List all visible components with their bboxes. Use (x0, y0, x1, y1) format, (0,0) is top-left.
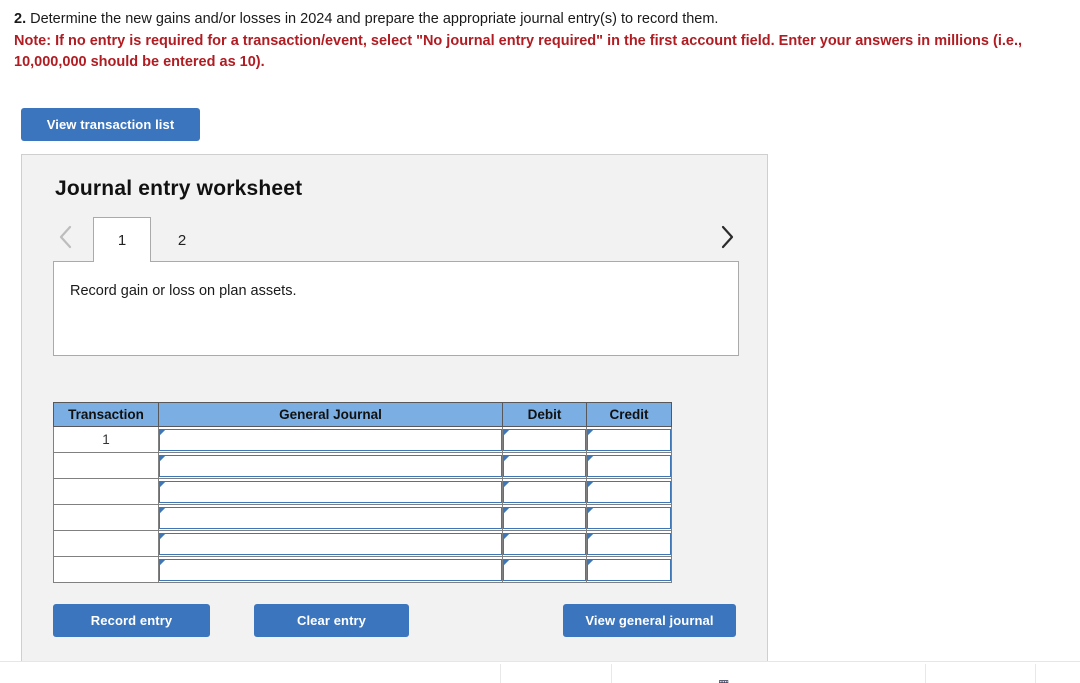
table-row (53, 556, 672, 583)
page-root: 2. Determine the new gains and/or losses… (0, 0, 1080, 683)
credit-cell[interactable] (586, 426, 672, 453)
journal-entry-table: Transaction General Journal Debit Credit… (53, 402, 672, 583)
credit-cell[interactable] (586, 556, 672, 583)
credit-input-field[interactable] (587, 480, 671, 503)
transaction-number-cell (53, 478, 159, 505)
record-entry-button[interactable]: Record entry (53, 604, 210, 637)
question-text: Determine the new gains and/or losses in… (26, 11, 719, 27)
credit-input-field[interactable] (587, 558, 671, 581)
transaction-number-cell (53, 504, 159, 531)
entry-description-text: Record gain or loss on plan assets. (70, 283, 297, 299)
debit-input-field[interactable] (503, 454, 586, 477)
table-row (53, 452, 672, 479)
tab-2[interactable]: 2 (153, 217, 211, 262)
footer-bar: ▦ (0, 661, 1080, 683)
footer-divider (611, 664, 612, 683)
chevron-left-icon[interactable] (53, 223, 79, 251)
account-select-field[interactable] (159, 454, 502, 477)
column-header-transaction: Transaction (53, 402, 159, 427)
credit-cell[interactable] (586, 530, 672, 557)
question-number: 2. (14, 11, 27, 27)
chevron-right-icon[interactable] (713, 223, 739, 251)
credit-input-field[interactable] (587, 454, 671, 477)
tab-1[interactable]: 1 (93, 217, 151, 262)
transaction-number-cell: 1 (53, 426, 159, 453)
table-row: 1 (53, 426, 672, 453)
credit-cell[interactable] (586, 504, 672, 531)
table-row (53, 530, 672, 557)
column-header-credit: Credit (586, 402, 672, 427)
view-transaction-list-button[interactable]: View transaction list (21, 108, 200, 141)
table-row (53, 478, 672, 505)
transaction-number-cell (53, 530, 159, 557)
debit-cell[interactable] (502, 426, 587, 453)
footer-partial-glyph: ▦ (718, 678, 729, 683)
footer-divider (925, 664, 926, 683)
view-general-journal-button[interactable]: View general journal (563, 604, 736, 637)
credit-cell[interactable] (586, 478, 672, 505)
debit-input-field[interactable] (503, 480, 586, 503)
general-journal-cell[interactable] (158, 530, 503, 557)
credit-input-field[interactable] (587, 506, 671, 529)
tab-1-label: 1 (117, 231, 127, 249)
debit-input-field[interactable] (503, 532, 586, 555)
footer-divider (1035, 664, 1036, 683)
question-note: Note: If no entry is required for a tran… (14, 33, 1023, 70)
debit-cell[interactable] (502, 530, 587, 557)
debit-cell[interactable] (502, 504, 587, 531)
credit-input-field[interactable] (587, 428, 671, 451)
debit-input-field[interactable] (503, 558, 586, 581)
debit-input-field[interactable] (503, 428, 586, 451)
transaction-number-cell (53, 556, 159, 583)
question-block: 2. Determine the new gains and/or losses… (14, 9, 1074, 73)
worksheet-title: Journal entry worksheet (55, 177, 303, 200)
journal-entry-worksheet-panel: Journal entry worksheet 1 2 Record gain … (21, 154, 768, 662)
account-select-field[interactable] (159, 506, 502, 529)
footer-divider (500, 664, 501, 683)
credit-cell[interactable] (586, 452, 672, 479)
general-journal-cell[interactable] (158, 452, 503, 479)
table-row (53, 504, 672, 531)
account-select-field[interactable] (159, 532, 502, 555)
clear-entry-button[interactable]: Clear entry (254, 604, 409, 637)
account-select-field[interactable] (159, 480, 502, 503)
column-header-debit: Debit (502, 402, 587, 427)
debit-cell[interactable] (502, 478, 587, 505)
general-journal-cell[interactable] (158, 556, 503, 583)
transaction-number-cell (53, 452, 159, 479)
debit-cell[interactable] (502, 452, 587, 479)
general-journal-cell[interactable] (158, 426, 503, 453)
general-journal-cell[interactable] (158, 504, 503, 531)
debit-input-field[interactable] (503, 506, 586, 529)
table-header-row: Transaction General Journal Debit Credit (53, 402, 672, 427)
tab-2-label: 2 (177, 231, 187, 249)
worksheet-tabs: 1 2 (53, 215, 739, 263)
question-line: 2. Determine the new gains and/or losses… (14, 9, 1074, 30)
column-header-general-journal: General Journal (158, 402, 503, 427)
credit-input-field[interactable] (587, 532, 671, 555)
debit-cell[interactable] (502, 556, 587, 583)
account-select-field[interactable] (159, 428, 502, 451)
entry-description-box: Record gain or loss on plan assets. (53, 261, 739, 356)
general-journal-cell[interactable] (158, 478, 503, 505)
account-select-field[interactable] (159, 558, 502, 581)
